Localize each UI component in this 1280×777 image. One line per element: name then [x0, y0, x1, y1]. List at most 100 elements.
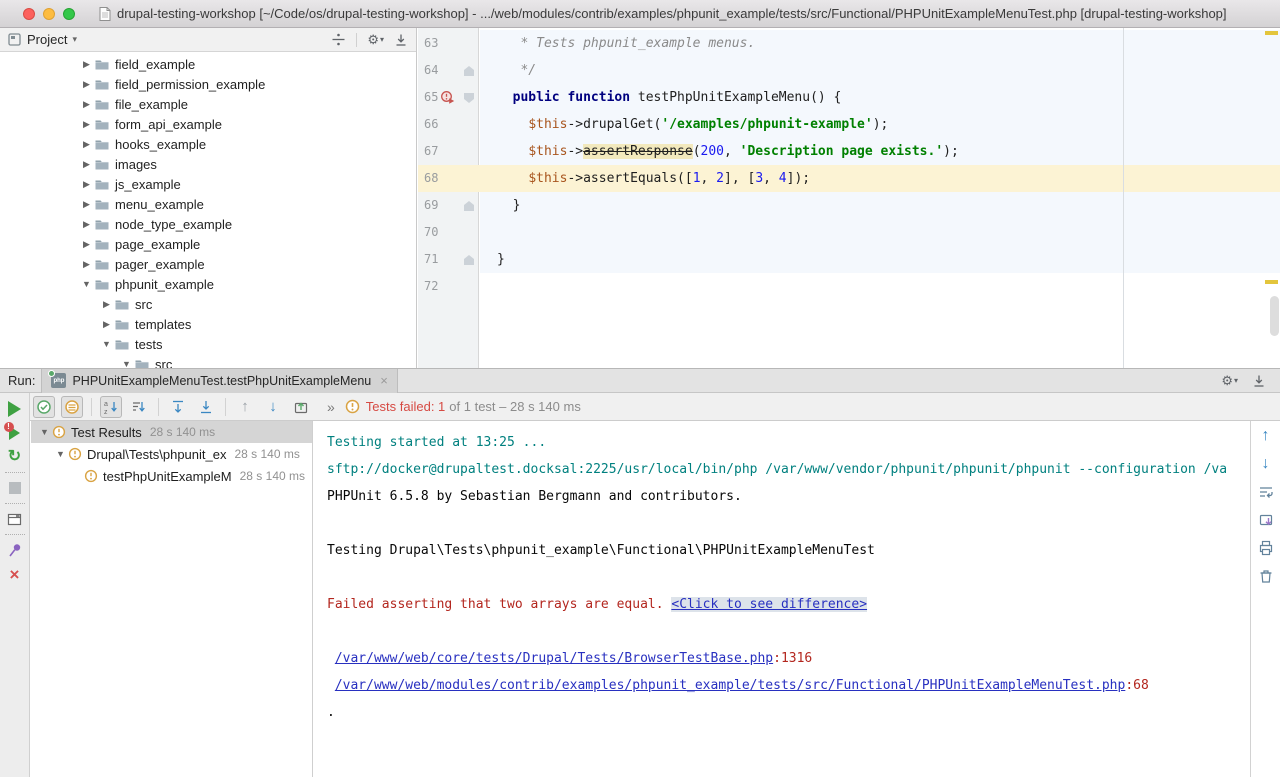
stop-button[interactable] — [3, 476, 27, 500]
chevron-down-icon[interactable]: ▼ — [99, 339, 114, 349]
line-number[interactable]: 71 — [418, 246, 456, 273]
close-run-panel-button[interactable]: × — [3, 562, 27, 586]
chevron-right-icon[interactable]: ▶ — [79, 219, 94, 230]
line-number[interactable]: 68 — [418, 165, 456, 192]
editor-line[interactable]: 65 public function testPhpUnitExampleMen… — [418, 84, 1280, 111]
scrollbar-warning-marker[interactable] — [1265, 31, 1278, 35]
chevron-right-icon[interactable]: ▶ — [99, 319, 114, 330]
tree-item[interactable]: ▶pager_example — [0, 254, 416, 274]
fold-marker-icon[interactable] — [464, 255, 474, 265]
line-number[interactable]: 63 — [418, 30, 456, 57]
editor-line[interactable]: 66 $this->drupalGet('/examples/phpunit-e… — [418, 111, 1280, 138]
gear-icon[interactable]: ⚙▾ — [367, 33, 384, 46]
line-number[interactable]: 72 — [418, 273, 456, 300]
run-gear-icon[interactable]: ⚙▾ — [1221, 374, 1238, 387]
chevron-right-icon[interactable]: ▶ — [99, 299, 114, 310]
code-editor[interactable]: 63 * Tests phpunit_example menus.64 */65… — [418, 28, 1280, 368]
rerun-button[interactable] — [3, 397, 27, 421]
fold-marker-icon[interactable] — [464, 201, 474, 211]
editor-line[interactable]: 68 $this->assertEquals([1, 2], [3, 4]); — [418, 165, 1280, 192]
chevron-right-icon[interactable]: ▶ — [79, 199, 94, 210]
restore-layout-button[interactable] — [3, 507, 27, 531]
minimize-window-button[interactable] — [43, 8, 55, 20]
clear-console-icon[interactable] — [1257, 567, 1275, 584]
chevron-down-icon[interactable]: ▼ — [37, 427, 52, 437]
console-output[interactable]: Testing started at 13:25 ...sftp://docke… — [313, 421, 1250, 777]
scrollbar-warning-marker[interactable] — [1265, 280, 1278, 284]
close-window-button[interactable] — [23, 8, 35, 20]
editor-line[interactable]: 67 $this->assertResponse(200, 'Descripti… — [418, 138, 1280, 165]
more-actions-icon[interactable]: » — [327, 399, 335, 415]
editor-line[interactable]: 64 */ — [418, 57, 1280, 84]
chevron-right-icon[interactable]: ▶ — [79, 239, 94, 250]
file-link[interactable]: /var/www/web/modules/contrib/examples/ph… — [335, 678, 1126, 693]
chevron-right-icon[interactable]: ▶ — [79, 79, 94, 90]
editor-line[interactable]: 71} — [418, 246, 1280, 273]
tree-item[interactable]: ▶field_example — [0, 54, 416, 74]
chevron-right-icon[interactable]: ▶ — [79, 159, 94, 170]
tree-item[interactable]: ▶src — [0, 294, 416, 314]
test-failed-gutter-icon[interactable] — [440, 90, 456, 106]
rerun-failed-tests-button[interactable]: ! — [3, 421, 27, 445]
tree-item[interactable]: ▶page_example — [0, 234, 416, 254]
line-number[interactable]: 64 — [418, 57, 456, 84]
tree-item[interactable]: ▼tests — [0, 334, 416, 354]
tree-item[interactable]: ▶menu_example — [0, 194, 416, 214]
chevron-right-icon[interactable]: ▶ — [79, 139, 94, 150]
previous-occurrence-button[interactable]: ↑ — [234, 396, 256, 418]
chevron-right-icon[interactable]: ▶ — [79, 179, 94, 190]
print-icon[interactable] — [1257, 539, 1275, 556]
test-tree-row[interactable]: testPhpUnitExampleM28 s 140 ms — [31, 465, 312, 487]
expand-all-button[interactable] — [167, 396, 189, 418]
tree-item[interactable]: ▶images — [0, 154, 416, 174]
sort-by-duration-button[interactable] — [128, 396, 150, 418]
editor-line[interactable]: 70 — [418, 219, 1280, 246]
line-number[interactable]: 67 — [418, 138, 456, 165]
pin-tab-icon[interactable] — [3, 538, 27, 562]
show-ignored-button[interactable] — [61, 396, 83, 418]
chevron-down-icon[interactable]: ▼ — [79, 279, 94, 289]
previous-message-button[interactable]: ↑ — [1257, 427, 1275, 444]
tree-item[interactable]: ▼phpunit_example — [0, 274, 416, 294]
tree-item[interactable]: ▶file_example — [0, 94, 416, 114]
next-message-button[interactable]: ↓ — [1257, 455, 1275, 472]
file-link[interactable]: /var/www/web/core/tests/Drupal/Tests/Bro… — [335, 651, 773, 666]
toggle-auto-test-icon[interactable]: ↻ — [3, 445, 27, 469]
chevron-right-icon[interactable]: ▶ — [79, 119, 94, 130]
tree-item[interactable]: ▶form_api_example — [0, 114, 416, 134]
fold-marker-icon[interactable] — [464, 93, 474, 103]
line-number[interactable]: 66 — [418, 111, 456, 138]
diff-link[interactable]: <Click to see difference> — [671, 597, 867, 612]
chevron-right-icon[interactable]: ▶ — [79, 59, 94, 70]
hide-run-panel-icon[interactable] — [1252, 374, 1266, 388]
fold-marker-icon[interactable] — [464, 66, 474, 76]
tree-item[interactable]: ▶field_permission_example — [0, 74, 416, 94]
editor-line[interactable]: 72 — [418, 273, 1280, 300]
next-occurrence-button[interactable]: ↓ — [262, 396, 284, 418]
project-panel-title[interactable]: Project — [27, 32, 67, 47]
show-passed-button[interactable] — [33, 396, 55, 418]
chevron-down-icon[interactable]: ▼ — [53, 449, 68, 459]
test-tree-row[interactable]: ▼Test Results28 s 140 ms — [31, 421, 312, 443]
run-tab[interactable]: php PHPUnitExampleMenuTest.testPhpUnitEx… — [41, 369, 397, 393]
sort-alphabetically-button[interactable]: az — [100, 396, 122, 418]
editor-line[interactable]: 63 * Tests phpunit_example menus. — [418, 30, 1280, 57]
project-dropdown-icon[interactable]: ▾ — [72, 34, 77, 45]
chevron-right-icon[interactable]: ▶ — [79, 259, 94, 270]
tab-close-icon[interactable]: × — [380, 374, 388, 387]
zoom-window-button[interactable] — [63, 8, 75, 20]
test-tree-row[interactable]: ▼Drupal\Tests\phpunit_ex28 s 140 ms — [31, 443, 312, 465]
editor-scrollbar-thumb[interactable] — [1270, 296, 1279, 336]
collapse-all-button[interactable] — [195, 396, 217, 418]
locate-file-icon[interactable] — [331, 32, 346, 47]
chevron-right-icon[interactable]: ▶ — [79, 99, 94, 110]
export-test-results-button[interactable] — [290, 396, 312, 418]
tree-item[interactable]: ▶node_type_example — [0, 214, 416, 234]
line-number[interactable]: 69 — [418, 192, 456, 219]
hide-panel-icon[interactable] — [394, 33, 408, 47]
soft-wrap-icon[interactable] — [1257, 483, 1275, 500]
scroll-to-end-icon[interactable] — [1257, 511, 1275, 528]
line-number[interactable]: 70 — [418, 219, 456, 246]
tree-item[interactable]: ▶hooks_example — [0, 134, 416, 154]
tree-item[interactable]: ▶js_example — [0, 174, 416, 194]
